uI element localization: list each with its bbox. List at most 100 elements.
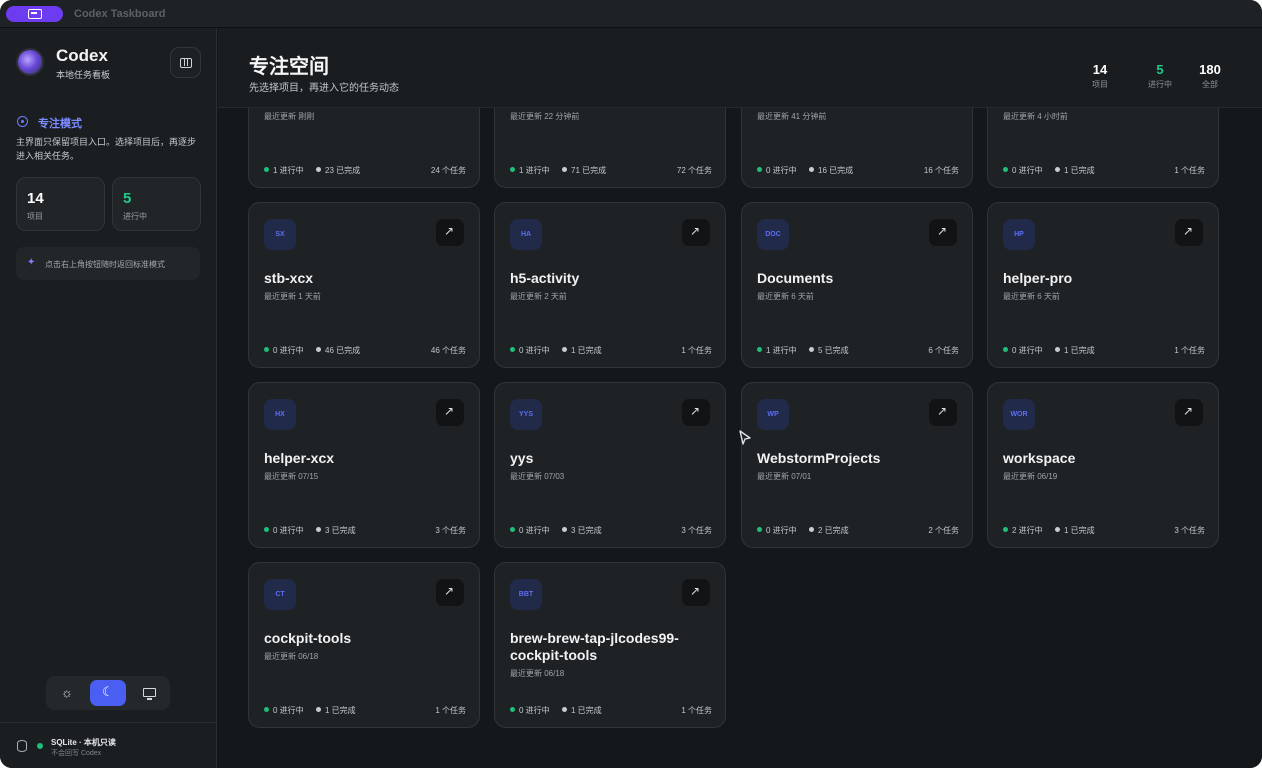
active-count: 1 进行中 (510, 165, 550, 176)
page-title: 专注空间 (249, 56, 329, 78)
done-count-text: 46 已完成 (325, 346, 361, 355)
project-meta: 1 进行中 23 已完成 24 个任务 (264, 165, 466, 175)
project-meta: 0 进行中 1 已完成 1 个任务 (1003, 165, 1205, 175)
active-count: 0 进行中 (510, 525, 550, 536)
project-meta: 1 进行中 5 已完成 6 个任务 (757, 345, 959, 355)
main-content: 专注空间 先选择项目，再进入它的任务动态 14 项目 5 进行中 180 全部 … (218, 28, 1262, 768)
open-project-button[interactable]: ↗ (436, 219, 464, 246)
done-count-text: 3 已完成 (325, 526, 356, 535)
title-bar: Codex Taskboard (0, 0, 1262, 28)
project-card[interactable]: SX ↗ stb-xcx 最近更新 1 天前 0 进行中 46 已完成 46 个任务 (248, 202, 480, 368)
done-count-text: 1 已完成 (1064, 526, 1095, 535)
active-count-text: 0 进行中 (1012, 166, 1043, 175)
project-card[interactable]: ↗IdeaProjects最近更新 刚刚1 进行中23 已完成24 个任务 (248, 108, 480, 188)
project-card[interactable]: HA ↗ h5-activity 最近更新 2 天前 0 进行中 1 已完成 1 个任务 (494, 202, 726, 368)
project-updated: 最近更新 06/18 (264, 652, 319, 661)
active-dot (1003, 167, 1008, 172)
project-updated: 最近更新 06/19 (1003, 472, 1058, 481)
task-total: 6 个任务 (928, 346, 959, 355)
done-count-text: 16 已完成 (818, 166, 854, 175)
project-badge: DOC (757, 219, 789, 250)
open-project-button[interactable]: ↗ (1175, 399, 1203, 426)
app-icon-chip[interactable] (6, 6, 63, 22)
theme-light-button[interactable]: ☼ (49, 680, 85, 706)
project-card[interactable]: ↗visualization-platform最近更新 4 小时前0 进行中1 … (987, 108, 1219, 188)
open-project-button[interactable]: ↗ (682, 579, 710, 606)
active-count-text: 0 进行中 (273, 706, 304, 715)
project-meta: 0 进行中 1 已完成 1 个任务 (1003, 345, 1205, 355)
project-updated: 最近更新 06/18 (510, 669, 565, 678)
project-badge: WOR (1003, 399, 1035, 430)
arrow-up-right-icon: ↗ (937, 224, 948, 238)
arrow-up-right-icon: ↗ (690, 404, 701, 418)
active-count-text: 0 进行中 (766, 526, 797, 535)
active-count-text: 2 进行中 (1012, 526, 1043, 535)
project-badge: YYS (510, 399, 542, 430)
open-project-button[interactable]: ↗ (929, 219, 957, 246)
stat-label: 进行中 (1148, 80, 1172, 89)
theme-system-button[interactable] (131, 680, 167, 706)
project-card[interactable]: CT ↗ cockpit-tools 最近更新 06/18 0 进行中 1 已完成 1 个任… (248, 562, 480, 728)
project-badge: CT (264, 579, 296, 610)
open-project-button[interactable]: ↗ (682, 399, 710, 426)
active-count: 0 进行中 (264, 525, 304, 536)
done-count: 2 已完成 (809, 525, 849, 536)
project-card[interactable]: BBT ↗ brew-brew-tap-jlcodes99-cockpit-tool… (494, 562, 726, 728)
monitor-icon (143, 688, 156, 700)
done-count: 5 已完成 (809, 345, 849, 356)
done-dot (809, 347, 814, 352)
done-count: 3 已完成 (562, 525, 602, 536)
project-card[interactable]: DOC ↗ Documents 最近更新 6 天前 1 进行中 5 已完成 6 个任务 (741, 202, 973, 368)
project-card[interactable]: ↗CodexLocalChat最近更新 22 分钟前1 进行中71 已完成72 … (494, 108, 726, 188)
project-meta: 0 进行中 3 已完成 3 个任务 (264, 525, 466, 535)
project-card[interactable]: WP ↗ WebstormProjects 最近更新 07/01 0 进行中 2 已完成 2… (741, 382, 973, 548)
open-project-button[interactable]: ↗ (436, 579, 464, 606)
sidebar-stat-projects: 14 项目 (16, 177, 105, 231)
project-meta: 0 进行中 1 已完成 1 个任务 (264, 705, 466, 715)
arrow-up-right-icon: ↗ (690, 584, 701, 598)
active-dot (757, 527, 762, 532)
done-count: 1 已完成 (1055, 525, 1095, 536)
project-meta: 0 进行中 1 已完成 1 个任务 (510, 705, 712, 715)
project-card[interactable]: HP ↗ helper-pro 最近更新 6 天前 0 进行中 1 已完成 1 个任务 (987, 202, 1219, 368)
active-dot (1003, 347, 1008, 352)
stat-value: 180 (1199, 62, 1221, 77)
done-count-text: 71 已完成 (571, 166, 607, 175)
project-card[interactable]: ↗stbella-admin-web最近更新 41 分钟前0 进行中16 已完成… (741, 108, 973, 188)
active-count: 2 进行中 (1003, 525, 1043, 536)
done-count-text: 1 已完成 (1064, 166, 1095, 175)
task-total: 3 个任务 (435, 526, 466, 535)
header-stat-projects: 14 项目 (1077, 62, 1123, 90)
active-dot (264, 707, 269, 712)
project-updated: 最近更新 6 天前 (1003, 292, 1060, 301)
done-count-text: 1 已完成 (325, 706, 356, 715)
project-card[interactable]: HX ↗ helper-xcx 最近更新 07/15 0 进行中 3 已完成 3 个任务 (248, 382, 480, 548)
active-dot (757, 167, 762, 172)
sidebar-stat-active: 5 进行中 (112, 177, 201, 231)
done-count: 1 已完成 (1055, 165, 1095, 176)
brand-name: Codex (56, 46, 108, 65)
open-project-button[interactable]: ↗ (436, 399, 464, 426)
storage-title: SQLite · 本机只读 (51, 738, 116, 747)
open-project-button[interactable]: ↗ (682, 219, 710, 246)
done-dot (809, 167, 814, 172)
arrow-up-right-icon: ↗ (1183, 224, 1194, 238)
open-project-button[interactable]: ↗ (1175, 219, 1203, 246)
open-project-button[interactable]: ↗ (929, 399, 957, 426)
done-count: 16 已完成 (809, 165, 853, 176)
project-card[interactable]: YYS ↗ yys 最近更新 07/03 0 进行中 3 已完成 3 个任务 (494, 382, 726, 548)
project-card[interactable]: WOR ↗ workspace 最近更新 06/19 2 进行中 1 已完成 3 个任务 (987, 382, 1219, 548)
stat-label: 项目 (1092, 80, 1108, 89)
done-dot (1055, 167, 1060, 172)
theme-dark-button[interactable]: ☾ (90, 680, 126, 706)
active-count-text: 1 进行中 (519, 166, 550, 175)
header-stat-total: 180 全部 (1187, 62, 1233, 90)
toggle-layout-button[interactable] (170, 47, 201, 78)
project-badge: HA (510, 219, 542, 250)
done-dot (316, 707, 321, 712)
arrow-up-right-icon: ↗ (937, 404, 948, 418)
done-count: 3 已完成 (316, 525, 356, 536)
active-count-text: 0 进行中 (519, 346, 550, 355)
target-icon (17, 116, 28, 127)
project-updated: 最近更新 41 分钟前 (757, 112, 827, 121)
